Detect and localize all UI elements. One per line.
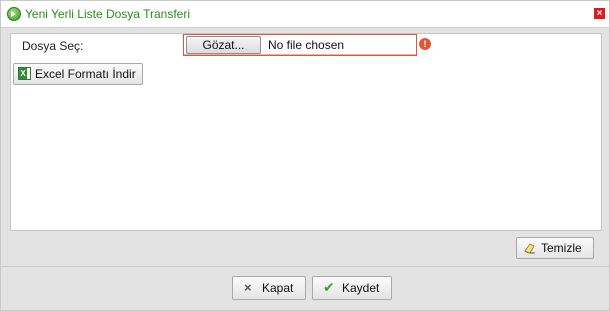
add-circle-icon <box>7 7 21 21</box>
footer-divider <box>1 266 609 267</box>
eraser-icon <box>524 243 535 254</box>
cancel-label: Kapat <box>262 281 294 295</box>
browse-button[interactable]: Gözat... <box>186 36 261 54</box>
dialog-titlebar: Yeni Yerli Liste Dosya Transferi × <box>1 1 609 28</box>
file-status-text: No file chosen <box>268 38 345 52</box>
close-dialog-button[interactable]: × <box>594 8 605 19</box>
save-button[interactable]: ✔ Kaydet <box>312 276 392 300</box>
close-x-icon: × <box>244 280 252 295</box>
cancel-button[interactable]: × Kapat <box>232 276 306 300</box>
dialog-content: Dosya Seç: Gözat... No file chosen ! Exc… <box>10 33 602 231</box>
file-input[interactable]: Gözat... No file chosen <box>183 34 417 56</box>
excel-icon <box>18 67 31 80</box>
file-select-label: Dosya Seç: <box>22 39 84 53</box>
checkmark-icon: ✔ <box>323 279 335 295</box>
dialog-title: Yeni Yerli Liste Dosya Transferi <box>25 7 190 21</box>
download-excel-format-button[interactable]: Excel Formatı İndir <box>13 63 143 85</box>
clear-label: Temizle <box>541 241 582 255</box>
clear-button[interactable]: Temizle <box>516 237 594 259</box>
error-icon: ! <box>419 38 431 50</box>
download-excel-label: Excel Formatı İndir <box>35 67 136 81</box>
file-transfer-dialog: Yeni Yerli Liste Dosya Transferi × Dosya… <box>0 0 610 311</box>
save-label: Kaydet <box>342 281 380 295</box>
